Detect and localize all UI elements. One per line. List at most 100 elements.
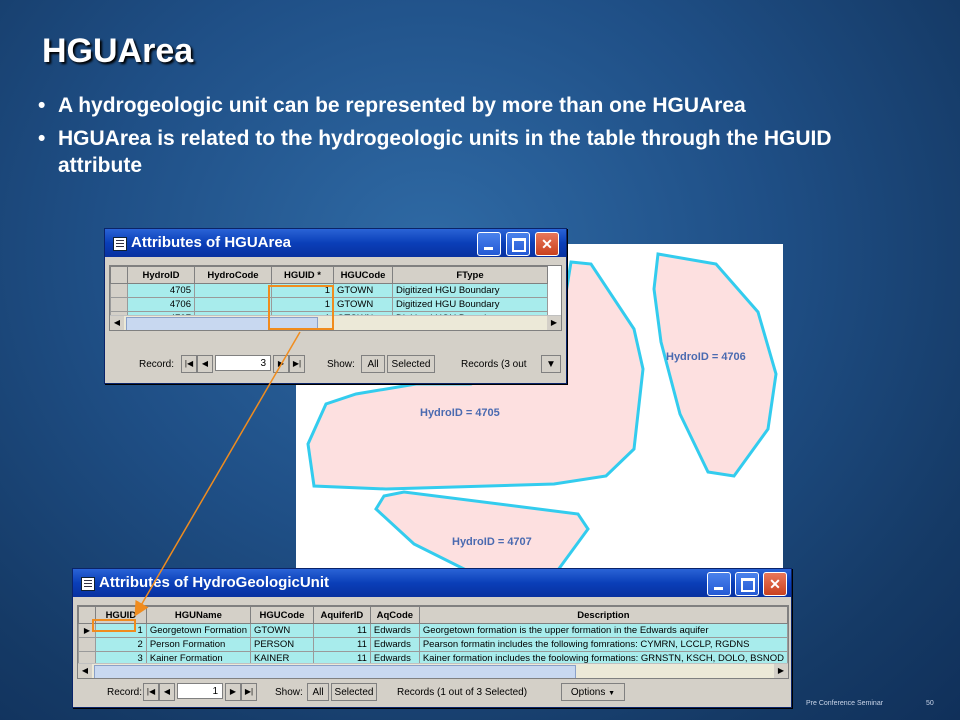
- hydrogeologicunit-attributes-window[interactable]: Attributes of HydroGeologicUnit ✕ HGUID …: [72, 568, 792, 708]
- cell[interactable]: Digitized HGU Boundary: [392, 283, 548, 298]
- cell[interactable]: 2: [94, 637, 147, 652]
- cell[interactable]: Pearson formatin includes the following …: [418, 637, 788, 652]
- hguid-highlight-box: [268, 285, 334, 330]
- map-label-4706: HydroID = 4706: [666, 351, 746, 363]
- cell[interactable]: Georgetown Formation: [145, 623, 252, 638]
- record-navigation-bar: Record: |◀ ◀ 3 ▶ ▶| Show: All Selected R…: [105, 353, 566, 375]
- row-selector[interactable]: [110, 297, 128, 312]
- column-header[interactable]: Description: [418, 606, 788, 624]
- hgu-titlebar[interactable]: Attributes of HydroGeologicUnit ✕: [73, 569, 791, 597]
- show-label: Show:: [327, 359, 355, 370]
- column-header[interactable]: FType: [392, 266, 548, 284]
- column-header[interactable]: HydroCode: [194, 266, 272, 284]
- bullet-list: • A hydrogeologic unit can be represente…: [38, 92, 838, 185]
- first-record-icon[interactable]: |◀: [143, 683, 159, 701]
- show-selected-button[interactable]: Selected: [387, 355, 435, 373]
- map-label-4707: HydroID = 4707: [452, 536, 532, 548]
- row-selector-header: [110, 266, 128, 284]
- cell[interactable]: 11: [312, 623, 371, 638]
- scroll-left-icon[interactable]: ◀: [110, 316, 124, 330]
- cell[interactable]: 4705: [127, 283, 195, 298]
- show-selected-button[interactable]: Selected: [331, 683, 377, 701]
- column-header[interactable]: HydroID: [127, 266, 195, 284]
- page-number: 50: [926, 700, 934, 707]
- bullet-text: A hydrogeologic unit can be represented …: [58, 94, 746, 117]
- options-label: Options: [570, 687, 606, 698]
- bullet-item: • HGUArea is related to the hydrogeologi…: [38, 125, 838, 179]
- column-header[interactable]: HGUCode: [333, 266, 393, 284]
- column-header[interactable]: HGUID *: [271, 266, 334, 284]
- table-icon: [113, 237, 127, 251]
- cell[interactable]: Edwards: [369, 623, 420, 638]
- table-header-row: HydroID HydroCode HGUID * HGUCode FType: [110, 266, 548, 284]
- table-header-row: HGUID HGUName HGUCode AquiferID AqCode D…: [78, 606, 788, 624]
- cell[interactable]: GTOWN: [250, 623, 314, 638]
- minimize-button[interactable]: [707, 572, 731, 596]
- last-record-icon[interactable]: ▶|: [289, 355, 305, 373]
- cell[interactable]: Edwards: [369, 637, 420, 652]
- show-all-button[interactable]: All: [307, 683, 329, 701]
- table-row[interactable]: ▶ 1 Georgetown Formation GTOWN 11 Edward…: [78, 623, 788, 638]
- maximize-button[interactable]: [735, 572, 759, 596]
- cell[interactable]: Person Formation: [145, 637, 252, 652]
- show-all-button[interactable]: All: [361, 355, 385, 373]
- bullet-dot-icon: •: [38, 94, 46, 117]
- options-button[interactable]: Options ▼: [561, 683, 625, 701]
- slide-title: HGUArea: [42, 32, 194, 70]
- row-selector[interactable]: [110, 283, 128, 298]
- cell[interactable]: [194, 283, 272, 298]
- column-header[interactable]: AqCode: [369, 606, 420, 624]
- prev-record-icon[interactable]: ◀: [159, 683, 175, 701]
- window-title: Attributes of HydroGeologicUnit: [99, 574, 329, 591]
- map-label-4705: HydroID = 4705: [420, 407, 500, 419]
- record-number-input[interactable]: 3: [215, 355, 271, 371]
- hgu-table: HGUID HGUName HGUCode AquiferID AqCode D…: [77, 605, 789, 679]
- hguarea-attributes-window[interactable]: Attributes of HGUArea ✕ HydroID HydroCod…: [104, 228, 567, 384]
- polygon-4707[interactable]: [374, 490, 590, 572]
- records-status: Records (3 out: [461, 359, 527, 370]
- polygon-4706[interactable]: [652, 252, 778, 478]
- maximize-button[interactable]: [506, 232, 530, 256]
- scroll-thumb[interactable]: [94, 665, 576, 678]
- first-record-icon[interactable]: |◀: [181, 355, 197, 373]
- prev-record-icon[interactable]: ◀: [197, 355, 213, 373]
- next-record-icon[interactable]: ▶: [225, 683, 241, 701]
- scroll-right-icon[interactable]: ▶: [774, 664, 788, 678]
- minimize-button[interactable]: [477, 232, 501, 256]
- cell[interactable]: 4706: [127, 297, 195, 312]
- record-label: Record:: [139, 359, 175, 370]
- cell[interactable]: Georgetown formation is the upper format…: [418, 623, 788, 638]
- column-header[interactable]: HGUCode: [250, 606, 314, 624]
- hguarea-table: HydroID HydroCode HGUID * HGUCode FType …: [109, 265, 562, 331]
- records-status: Records (1 out of 3 Selected): [397, 687, 528, 698]
- cell[interactable]: 11: [312, 637, 371, 652]
- window-title: Attributes of HGUArea: [131, 234, 292, 251]
- footer-seminar: Pre Conference Seminar: [806, 700, 884, 707]
- show-label: Show:: [275, 687, 303, 698]
- close-button[interactable]: ✕: [763, 572, 787, 596]
- table-row[interactable]: 2 Person Formation PERSON 11 Edwards Pea…: [78, 637, 788, 652]
- bullet-item: • A hydrogeologic unit can be represente…: [38, 92, 838, 119]
- column-header[interactable]: HGUName: [145, 606, 252, 624]
- bullet-dot-icon: •: [38, 127, 46, 150]
- hguid-highlight-box: [92, 619, 136, 632]
- cell[interactable]: Digitized HGU Boundary: [392, 297, 548, 312]
- last-record-icon[interactable]: ▶|: [241, 683, 257, 701]
- record-label: Record:: [107, 687, 143, 698]
- cell[interactable]: PERSON: [250, 637, 314, 652]
- scroll-left-icon[interactable]: ◀: [78, 664, 92, 678]
- dropdown-arrow-icon[interactable]: ▼: [541, 355, 561, 373]
- horizontal-scrollbar[interactable]: ◀ ▶: [110, 315, 561, 330]
- hguarea-titlebar[interactable]: Attributes of HGUArea ✕: [105, 229, 566, 257]
- scroll-right-icon[interactable]: ▶: [547, 316, 561, 330]
- chevron-down-icon: ▼: [608, 690, 616, 697]
- row-selector[interactable]: [78, 637, 96, 652]
- cell[interactable]: GTOWN: [333, 297, 393, 312]
- next-record-icon[interactable]: ▶: [273, 355, 289, 373]
- horizontal-scrollbar[interactable]: ◀ ▶: [78, 663, 788, 678]
- close-button[interactable]: ✕: [535, 232, 559, 256]
- cell[interactable]: GTOWN: [333, 283, 393, 298]
- cell[interactable]: [194, 297, 272, 312]
- column-header[interactable]: AquiferID: [312, 606, 371, 624]
- record-number-input[interactable]: 1: [177, 683, 223, 699]
